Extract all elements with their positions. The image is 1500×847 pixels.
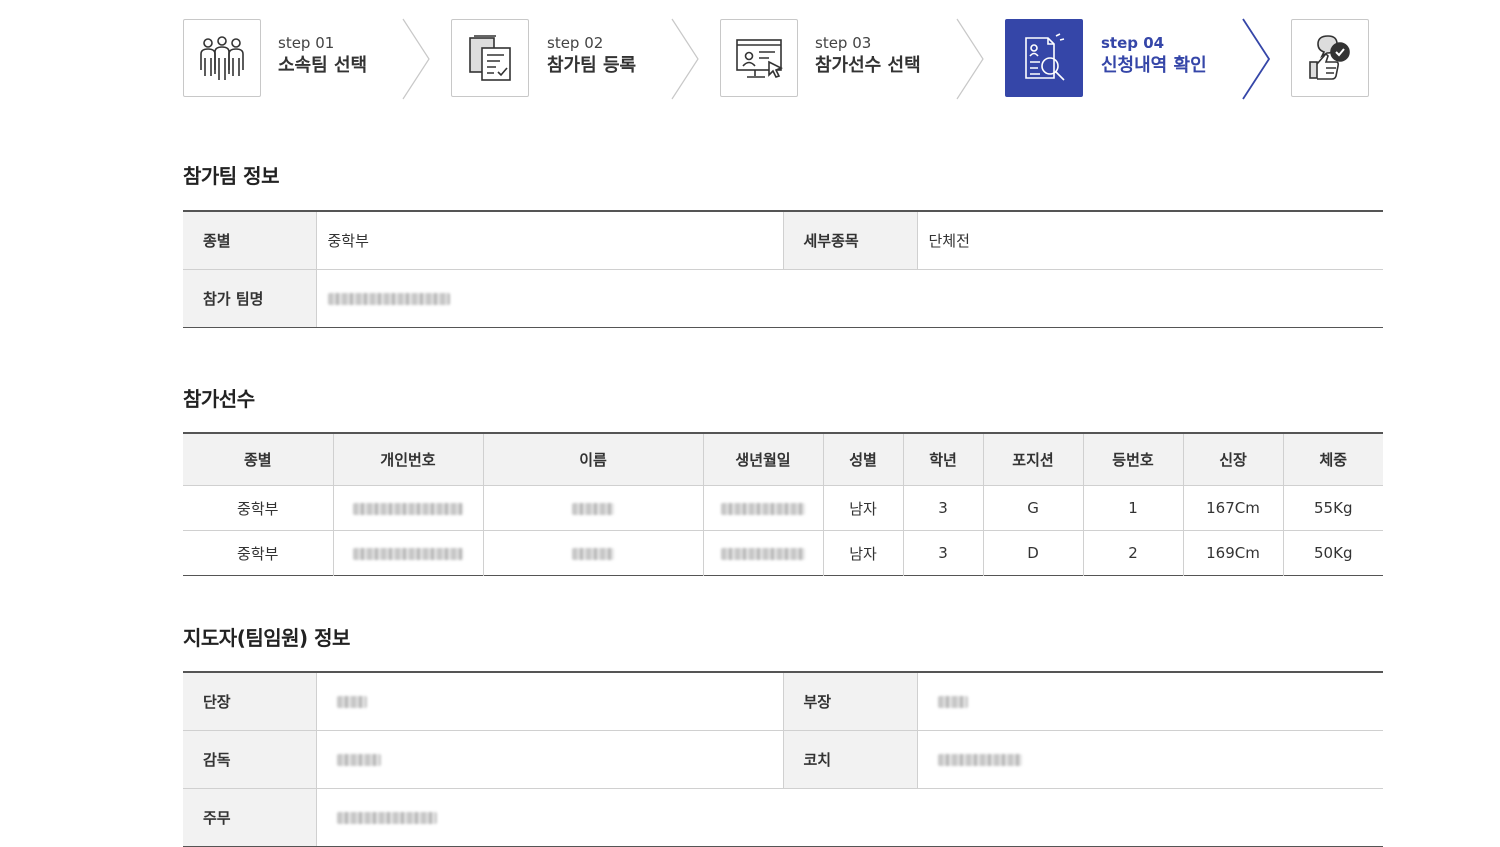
next-value: [316, 788, 1383, 847]
column-header: 종별: [183, 433, 334, 486]
step-02-title: 참가팀 등록: [547, 55, 637, 76]
player-name: [483, 485, 704, 531]
table-row: 단장 부장: [183, 672, 1383, 731]
step-03-icon-box: [720, 19, 798, 97]
player-weight: 50Kg: [1314, 544, 1353, 562]
player-id: [333, 485, 484, 531]
redacted-text: [327, 292, 450, 305]
player-name: [483, 530, 704, 576]
step-02-icon-box: [451, 19, 529, 97]
step-03-text: step 03 참가선수 선택: [815, 33, 921, 79]
team-people-icon: [200, 36, 244, 80]
table-header-row: 종별 개인번호 이름 생년월일 성별 학년 포지션 등번호 신장 체중: [183, 433, 1383, 486]
team-name-value: [316, 269, 1383, 328]
step-04-icon-box: [1005, 19, 1083, 97]
category-value: 중학부: [316, 211, 783, 270]
leader-value: [316, 672, 783, 731]
column-header: 학년: [903, 433, 984, 486]
event-label: 세부종목: [782, 211, 918, 270]
step-01-text: step 01 소속팀 선택: [278, 33, 367, 79]
player-height: 167Cm: [1183, 485, 1284, 531]
step-04-text: step 04 신청내역 확인: [1101, 33, 1207, 79]
monitor-cursor-icon: [736, 39, 783, 78]
redacted-text: [721, 502, 805, 515]
redacted-text: [937, 695, 968, 708]
player-position: G: [983, 485, 1084, 531]
staff-table: 단장 부장 감독 코치 주무: [183, 671, 1383, 847]
deputy-label: 부장: [782, 672, 918, 731]
column-header: 성별: [823, 433, 904, 486]
next-label: 주무: [183, 788, 317, 847]
redacted-text: [353, 502, 463, 515]
table-row[interactable]: 중학부 남자 3 D 2 169Cm 50Kg: [183, 530, 1383, 576]
player-number: 2: [1083, 530, 1184, 576]
redacted-text: [572, 547, 614, 560]
player-grade: 3: [903, 530, 984, 576]
column-header: 생년월일: [703, 433, 824, 486]
player-gender: 남자: [823, 530, 904, 576]
document-search-icon: [1025, 33, 1065, 81]
redacted-text: [937, 753, 1022, 766]
step-arrow-active-icon: [1242, 18, 1271, 100]
step-01-title: 소속팀 선택: [278, 55, 368, 76]
step-arrow-icon: [671, 18, 699, 100]
player-category: 중학부: [183, 485, 334, 531]
team-info-title: 참가팀 정보: [183, 164, 279, 188]
thumbs-up-check-icon: [1309, 35, 1350, 80]
step-02-number: step 02: [547, 34, 604, 52]
step-04-number: step 04: [1101, 34, 1165, 52]
category-label: 종별: [183, 211, 317, 270]
column-header: 이름: [483, 433, 704, 486]
column-header: 포지션: [983, 433, 1084, 486]
redacted-text: [336, 753, 381, 766]
player-height: 169Cm: [1183, 530, 1284, 576]
player-weight: 55Kg: [1283, 485, 1383, 531]
redacted-text: [572, 502, 614, 515]
redacted-text: [721, 547, 805, 560]
step-03-number: step 03: [815, 34, 872, 52]
step-progress: step 01 소속팀 선택 step 02 참가팀 등록 step 03 참가…: [0, 0, 1500, 110]
player-birthdate: [703, 530, 824, 576]
redacted-text: [336, 811, 437, 824]
step-04-title: 신청내역 확인: [1101, 55, 1207, 76]
player-category: 중학부: [183, 530, 334, 576]
step-05-icon-box: [1291, 19, 1369, 97]
player-birthdate: [703, 485, 824, 531]
document-checklist-icon: [469, 35, 511, 81]
coach-value: [917, 730, 1383, 789]
team-name-label: 참가 팀명: [183, 269, 317, 328]
step-arrow-icon: [956, 18, 984, 100]
step-02-text: step 02 참가팀 등록: [547, 33, 636, 79]
director-value: [316, 730, 783, 789]
column-header: 신장: [1183, 433, 1284, 486]
player-id: [333, 530, 484, 576]
player-gender: 남자: [823, 485, 904, 531]
coach-label: 코치: [782, 730, 918, 789]
table-row[interactable]: 중학부 남자 3 G 1 167Cm 55Kg: [183, 485, 1383, 531]
column-header: 개인번호: [333, 433, 484, 486]
players-title: 참가선수: [183, 387, 255, 411]
column-header: 등번호: [1083, 433, 1184, 486]
director-label: 감독: [183, 730, 317, 789]
staff-title: 지도자(팀임원) 정보: [183, 626, 350, 650]
step-03-title: 참가선수 선택: [815, 55, 921, 76]
table-row: 종별 중학부 세부종목 단체전: [183, 211, 1383, 270]
redacted-text: [336, 695, 367, 708]
table-row: 주무: [183, 788, 1383, 847]
players-table: 종별 개인번호 이름 생년월일 성별 학년 포지션 등번호 신장 체중 중학부 …: [183, 432, 1383, 576]
team-info-table: 종별 중학부 세부종목 단체전 참가 팀명: [183, 210, 1383, 328]
player-number: 1: [1083, 485, 1184, 531]
deputy-value: [917, 672, 1383, 731]
step-01-icon-box: [183, 19, 261, 97]
table-row: 참가 팀명: [183, 269, 1383, 328]
redacted-text: [353, 547, 463, 560]
leader-label: 단장: [183, 672, 317, 731]
step-arrow-icon: [402, 18, 430, 100]
column-header: 체중: [1283, 433, 1383, 486]
table-row: 감독 코치: [183, 730, 1383, 789]
player-position: D: [983, 530, 1084, 576]
event-value: 단체전: [917, 211, 1383, 270]
player-grade: 3: [903, 485, 984, 531]
step-01-number: step 01: [278, 34, 335, 52]
